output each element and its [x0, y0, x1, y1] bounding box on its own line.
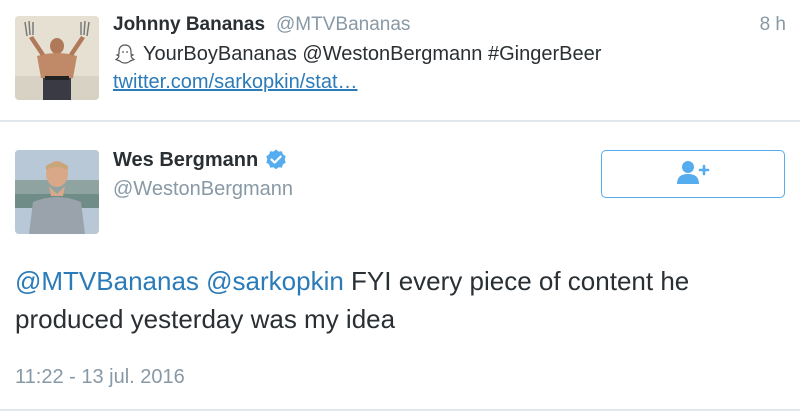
- follow-button[interactable]: [601, 150, 785, 198]
- add-user-icon: [676, 159, 710, 190]
- author-handle[interactable]: @WestonBergmann: [113, 178, 293, 201]
- author-name-text[interactable]: Wes Bergmann: [113, 149, 258, 172]
- verified-icon: [264, 148, 288, 172]
- quoted-tweet-text: YourBoyBananas @WestonBergmann #GingerBe…: [113, 42, 601, 66]
- avatar-johnny-bananas[interactable]: [15, 16, 99, 100]
- quoted-tweet-content: YourBoyBananas @WestonBergmann #GingerBe…: [143, 42, 602, 65]
- quoted-tweet[interactable]: Johnny Bananas @MTVBananas 8 h YourBoyBa…: [0, 0, 800, 118]
- quoted-tweet-link[interactable]: twitter.com/sarkopkin/stat…: [113, 71, 358, 94]
- author-handle[interactable]: @MTVBananas: [276, 14, 410, 36]
- tweet-text: @MTVBananas @sarkopkin FYI every piece o…: [15, 262, 785, 338]
- avatar-image: [15, 150, 99, 234]
- avatar-image: [15, 16, 99, 100]
- mention-link[interactable]: @sarkopkin: [206, 266, 344, 296]
- author-name[interactable]: Johnny Bananas: [113, 14, 265, 36]
- time-ago[interactable]: 8 h: [760, 14, 786, 36]
- avatar-wes-bergmann[interactable]: [15, 150, 99, 234]
- tweet-divider: [0, 120, 800, 122]
- bottom-divider: [0, 409, 800, 411]
- author-name: Wes Bergmann: [113, 148, 288, 172]
- tweet-timestamp[interactable]: 11:22 - 13 jul. 2016: [15, 366, 185, 389]
- ghost-icon: [113, 42, 137, 66]
- mention-link[interactable]: @MTVBananas: [15, 266, 199, 296]
